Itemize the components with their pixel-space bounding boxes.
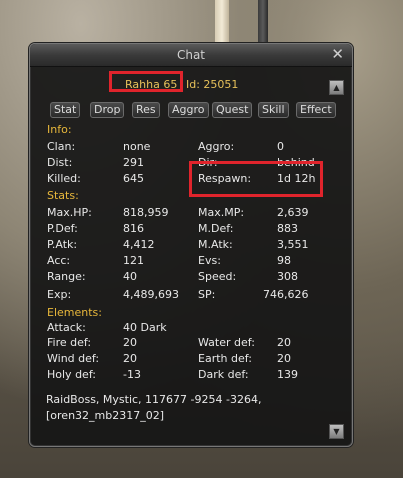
element-def-value: -13 (123, 368, 141, 381)
stat-label: P.Def: (47, 222, 78, 235)
tab-skill[interactable]: Skill (258, 102, 289, 118)
stat-value: 40 (123, 270, 137, 283)
npc-header: Rahha 65 Id: 25051 (30, 75, 352, 93)
stat-label: P.Atk: (47, 238, 78, 251)
stat-value: 308 (277, 270, 298, 283)
element-def-value: 20 (277, 336, 291, 349)
stat-label: Exp: (47, 288, 72, 301)
element-def-label: Water def: (198, 336, 255, 349)
stat-label: SP: (198, 288, 216, 301)
section-info-heading: Info: (47, 123, 72, 136)
stat-value: 98 (277, 254, 291, 267)
highlight-box-respawn (189, 161, 323, 197)
window-titlebar[interactable]: Chat ✕ (30, 44, 352, 67)
section-elements-heading: Elements: (47, 306, 102, 319)
stat-label: Range: (47, 270, 86, 283)
stat-label: Max.HP: (47, 206, 92, 219)
location-line-2: [oren32_mb2317_02] (46, 409, 165, 422)
dist-label: Dist: (47, 156, 73, 169)
section-stats-heading: Stats: (47, 189, 79, 202)
element-def-value: 20 (123, 336, 137, 349)
element-def-label: Fire def: (47, 336, 92, 349)
stat-value: 883 (277, 222, 298, 235)
clan-label: Clan: (47, 140, 76, 153)
attack-element-value: 40 Dark (123, 321, 167, 334)
element-def-value: 20 (277, 352, 291, 365)
location-line-1: RaidBoss, Mystic, 117677 -9254 -3264, (46, 393, 262, 406)
tab-quest[interactable]: Quest (212, 102, 253, 118)
scroll-up-icon[interactable]: ▲ (329, 80, 344, 95)
tab-stat[interactable]: Stat (50, 102, 81, 118)
stat-label: Evs: (198, 254, 221, 267)
clan-value: none (123, 140, 151, 153)
stat-value: 2,639 (277, 206, 309, 219)
stat-label: M.Def: (198, 222, 234, 235)
stat-value: 4,489,693 (123, 288, 179, 301)
element-def-label: Wind def: (47, 352, 100, 365)
stat-value: 4,412 (123, 238, 155, 251)
element-def-value: 139 (277, 368, 298, 381)
npc-info-window: Chat ✕ Rahha 65 Id: 25051 ▲ Stat Drop Re… (29, 43, 353, 447)
element-def-label: Holy def: (47, 368, 97, 381)
stat-label: M.Atk: (198, 238, 233, 251)
stat-value: 3,551 (277, 238, 309, 251)
killed-label: Killed: (47, 172, 81, 185)
window-title: Chat (176, 48, 206, 62)
aggro-value: 0 (277, 140, 284, 153)
element-def-value: 20 (123, 352, 137, 365)
dist-value: 291 (123, 156, 144, 169)
stat-value: 121 (123, 254, 144, 267)
tab-effect[interactable]: Effect (296, 102, 336, 118)
stat-value: 818,959 (123, 206, 169, 219)
scroll-down-icon[interactable]: ▼ (329, 424, 344, 439)
stat-value: 816 (123, 222, 144, 235)
element-def-label: Dark def: (198, 368, 249, 381)
killed-value: 645 (123, 172, 144, 185)
tab-bar: Stat Drop Res Aggro Quest Skill Effect (50, 102, 346, 118)
element-def-label: Earth def: (198, 352, 252, 365)
tab-res[interactable]: Res (132, 102, 160, 118)
tab-aggro[interactable]: Aggro (168, 102, 209, 118)
stat-label: Max.MP: (198, 206, 245, 219)
aggro-label: Aggro: (198, 140, 235, 153)
npc-id: Id: 25051 (186, 78, 239, 91)
location-text: RaidBoss, Mystic, 117677 -9254 -3264, [o… (46, 392, 261, 424)
highlight-box-name (109, 71, 183, 92)
attack-element-label: Attack: (47, 321, 86, 334)
close-icon[interactable]: ✕ (331, 46, 344, 62)
stat-label: Acc: (47, 254, 71, 267)
stat-label: Speed: (198, 270, 237, 283)
tab-drop[interactable]: Drop (90, 102, 125, 118)
stat-value: 746,626 (263, 288, 309, 301)
